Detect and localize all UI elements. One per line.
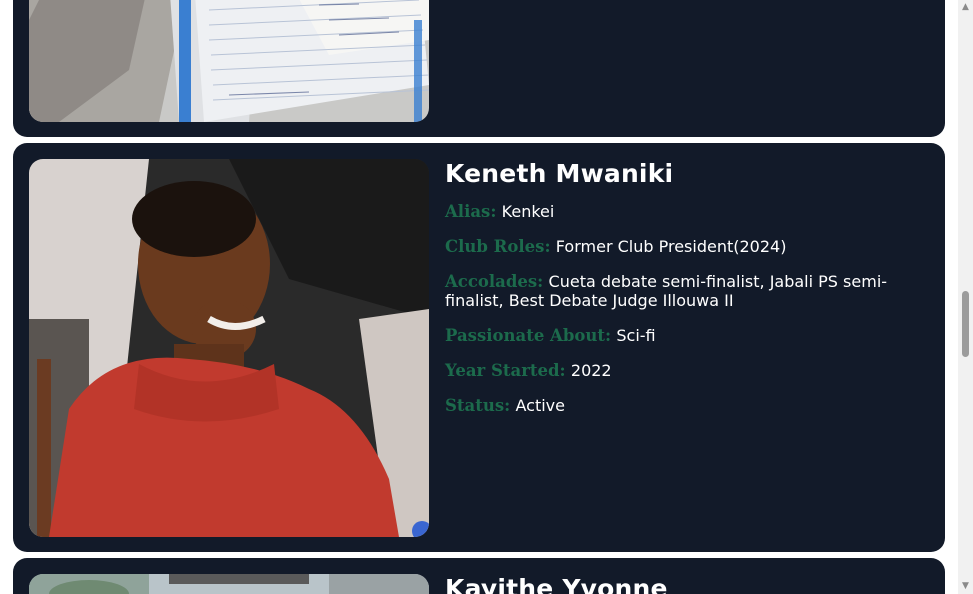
- member-card: Kayithe Yvonne: [13, 558, 945, 594]
- notebook-papers-photo-icon: [29, 0, 429, 122]
- member-field-status: Status: Active: [445, 396, 925, 415]
- field-label: Year Started:: [445, 361, 566, 380]
- member-photo: [29, 574, 429, 594]
- member-name: Kayithe Yvonne: [445, 574, 668, 594]
- member-field-alias: Alias: Kenkei: [445, 202, 925, 221]
- member-field-year-started: Year Started: 2022: [445, 361, 925, 380]
- page-viewport: Keneth Mwaniki Alias: Kenkei Club Roles:…: [0, 0, 958, 594]
- field-label: Passionate About:: [445, 326, 612, 345]
- member-outdoor-photo-icon: [29, 574, 429, 594]
- field-label: Club Roles:: [445, 237, 551, 256]
- member-name: Keneth Mwaniki: [445, 159, 674, 188]
- scroll-up-arrow-icon[interactable]: ▲: [958, 0, 973, 15]
- field-value: Kenkei: [501, 202, 555, 221]
- member-photo: [29, 159, 429, 537]
- field-label: Alias:: [445, 202, 497, 221]
- member-photo: [29, 0, 429, 122]
- member-card: Keneth Mwaniki Alias: Kenkei Club Roles:…: [13, 143, 945, 552]
- member-info: Keneth Mwaniki Alias: Kenkei Club Roles:…: [445, 159, 925, 431]
- scroll-down-arrow-icon[interactable]: ▼: [958, 579, 973, 594]
- vertical-scrollbar[interactable]: ▲ ▼: [958, 0, 973, 594]
- scrollbar-thumb[interactable]: [962, 291, 969, 357]
- field-value: Former Club President(2024): [555, 237, 787, 256]
- field-value: Sci-fi: [616, 326, 656, 345]
- field-value: 2022: [570, 361, 612, 380]
- member-field-club-roles: Club Roles: Former Club President(2024): [445, 237, 925, 256]
- field-label: Accolades:: [445, 272, 544, 291]
- member-portrait-photo-icon: [29, 159, 429, 537]
- member-card: [13, 0, 945, 137]
- member-field-passionate-about: Passionate About: Sci-fi: [445, 326, 925, 345]
- field-value: Active: [515, 396, 565, 415]
- member-field-accolades: Accolades: Cueta debate semi-finalist, J…: [445, 272, 925, 310]
- member-info: Kayithe Yvonne: [445, 574, 925, 594]
- field-label: Status:: [445, 396, 511, 415]
